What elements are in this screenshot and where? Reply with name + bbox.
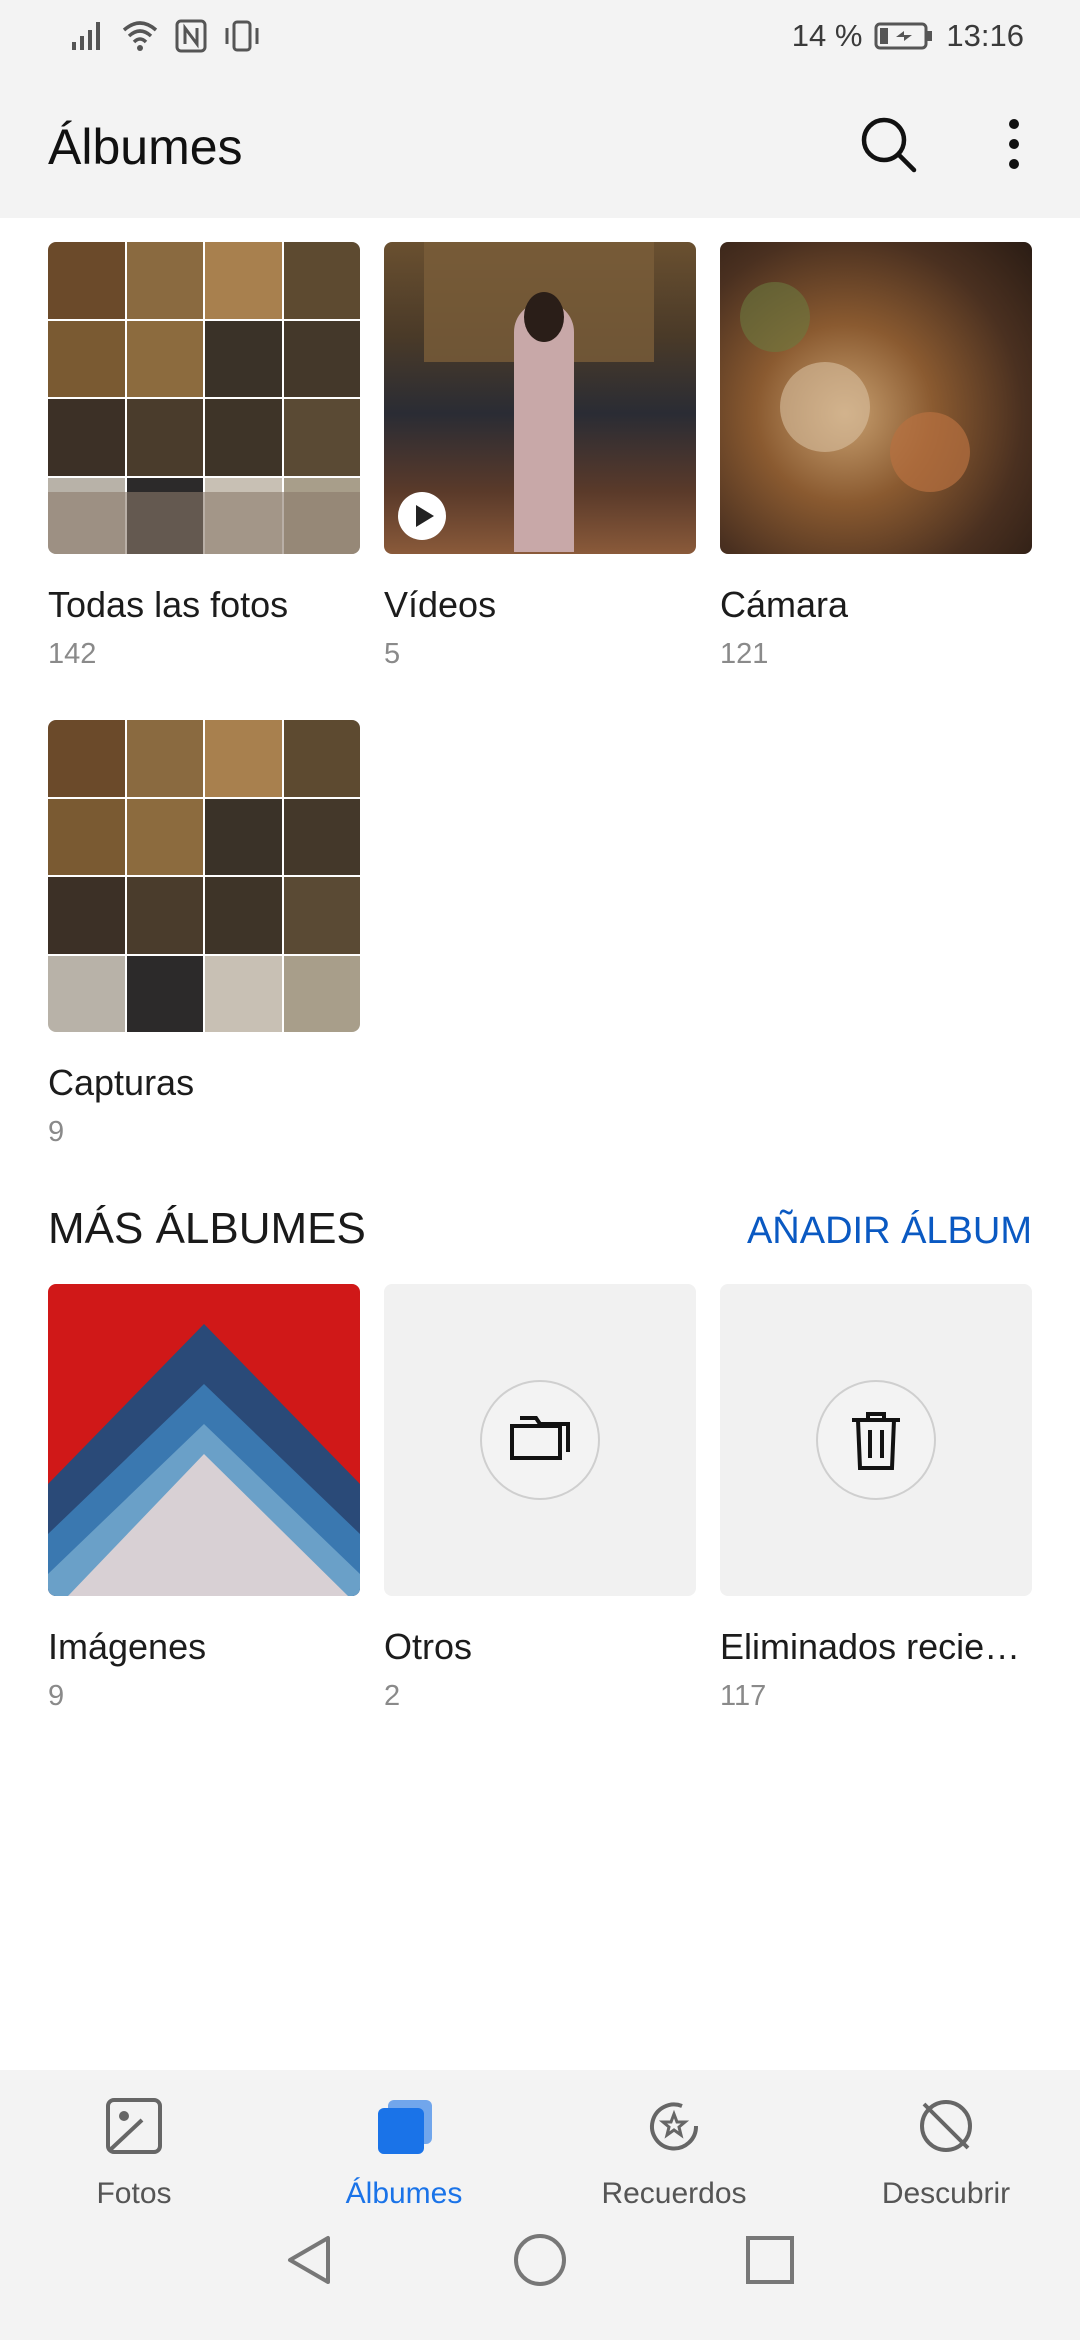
album-count: 9 <box>48 1116 65 1148</box>
nav-recuerdos[interactable]: Recuerdos <box>574 2094 774 2211</box>
album-name: Otros <box>384 1626 473 1667</box>
album-recently-deleted[interactable]: Eliminados recie… 117 <box>720 1284 1032 1712</box>
nav-label: Recuerdos <box>601 2177 747 2210</box>
folder-icon-circle <box>480 1380 600 1500</box>
folder-icon <box>510 1416 570 1460</box>
album-all-photos[interactable]: Todas las fotos 142 <box>48 242 360 670</box>
album-thumbnail <box>48 720 360 1032</box>
nav-descubrir[interactable]: Descubrir <box>846 2094 1046 2211</box>
album-thumbnail <box>384 1284 696 1596</box>
photo-icon <box>106 2098 162 2154</box>
album-others[interactable]: Otros 2 <box>384 1284 696 1712</box>
album-thumbnail <box>720 242 1032 554</box>
album-count: 142 <box>48 638 97 670</box>
clock: 13:16 <box>946 18 1024 53</box>
search-button[interactable] <box>856 112 920 176</box>
system-navigation <box>0 2230 1080 2310</box>
album-count: 5 <box>384 638 401 670</box>
app-header: Álbumes <box>0 72 1080 218</box>
signal-icon <box>72 22 100 50</box>
trash-icon-circle <box>816 1380 936 1500</box>
nfc-icon <box>175 19 207 53</box>
trash-icon <box>852 1412 900 1470</box>
album-name: Eliminados recie… <box>720 1626 1021 1667</box>
back-icon[interactable] <box>280 2230 340 2290</box>
album-name: Imágenes <box>48 1626 207 1667</box>
home-icon[interactable] <box>510 2230 570 2290</box>
status-bar: 14 % 13:16 <box>0 0 1080 72</box>
album-count: 121 <box>720 638 769 670</box>
battery-percent: 14 % <box>791 18 863 53</box>
search-icon <box>861 117 917 173</box>
more-options-button[interactable] <box>1000 112 1028 176</box>
wifi-icon <box>122 21 158 51</box>
nav-albumes[interactable]: Álbumes <box>304 2094 504 2211</box>
album-camera[interactable]: Cámara 121 <box>720 242 1032 670</box>
album-thumbnail <box>48 1284 360 1596</box>
album-name: Vídeos <box>384 584 497 625</box>
recents-icon[interactable] <box>740 2230 800 2290</box>
image-thumb <box>48 1324 360 1596</box>
play-icon <box>398 492 446 540</box>
bottom-navigation: Fotos Álbumes Recuerdos Descubrir <box>0 2070 1080 2340</box>
memories-icon <box>650 2102 699 2151</box>
album-thumbnail <box>720 1284 1032 1596</box>
section-title-more-albums: MÁS ÁLBUMES <box>48 1204 366 1253</box>
albums-icon <box>378 2100 432 2154</box>
nav-label: Descubrir <box>881 2177 1011 2210</box>
more-vert-icon <box>1009 119 1019 169</box>
vibrate-icon <box>225 20 259 52</box>
battery-icon <box>874 22 933 50</box>
add-album-button[interactable]: AÑADIR ÁLBUM <box>747 1210 1032 1253</box>
album-count: 117 <box>720 1680 767 1712</box>
page-title: Álbumes <box>48 119 243 175</box>
album-name: Capturas <box>48 1062 195 1103</box>
discover-icon <box>920 2100 972 2152</box>
album-thumbnail <box>48 242 360 554</box>
album-screenshots[interactable]: Capturas 9 <box>48 720 360 1148</box>
nav-label: Fotos <box>96 2177 172 2210</box>
nav-label: Álbumes <box>345 2177 463 2210</box>
nav-fotos[interactable]: Fotos <box>34 2094 234 2211</box>
album-videos[interactable]: Vídeos 5 <box>384 242 696 670</box>
album-thumbnail <box>384 242 696 554</box>
album-name: Cámara <box>720 584 849 625</box>
album-name: Todas las fotos <box>48 584 289 625</box>
album-count: 2 <box>384 1680 401 1712</box>
album-images[interactable]: Imágenes 9 <box>48 1284 360 1712</box>
album-count: 9 <box>48 1680 65 1712</box>
